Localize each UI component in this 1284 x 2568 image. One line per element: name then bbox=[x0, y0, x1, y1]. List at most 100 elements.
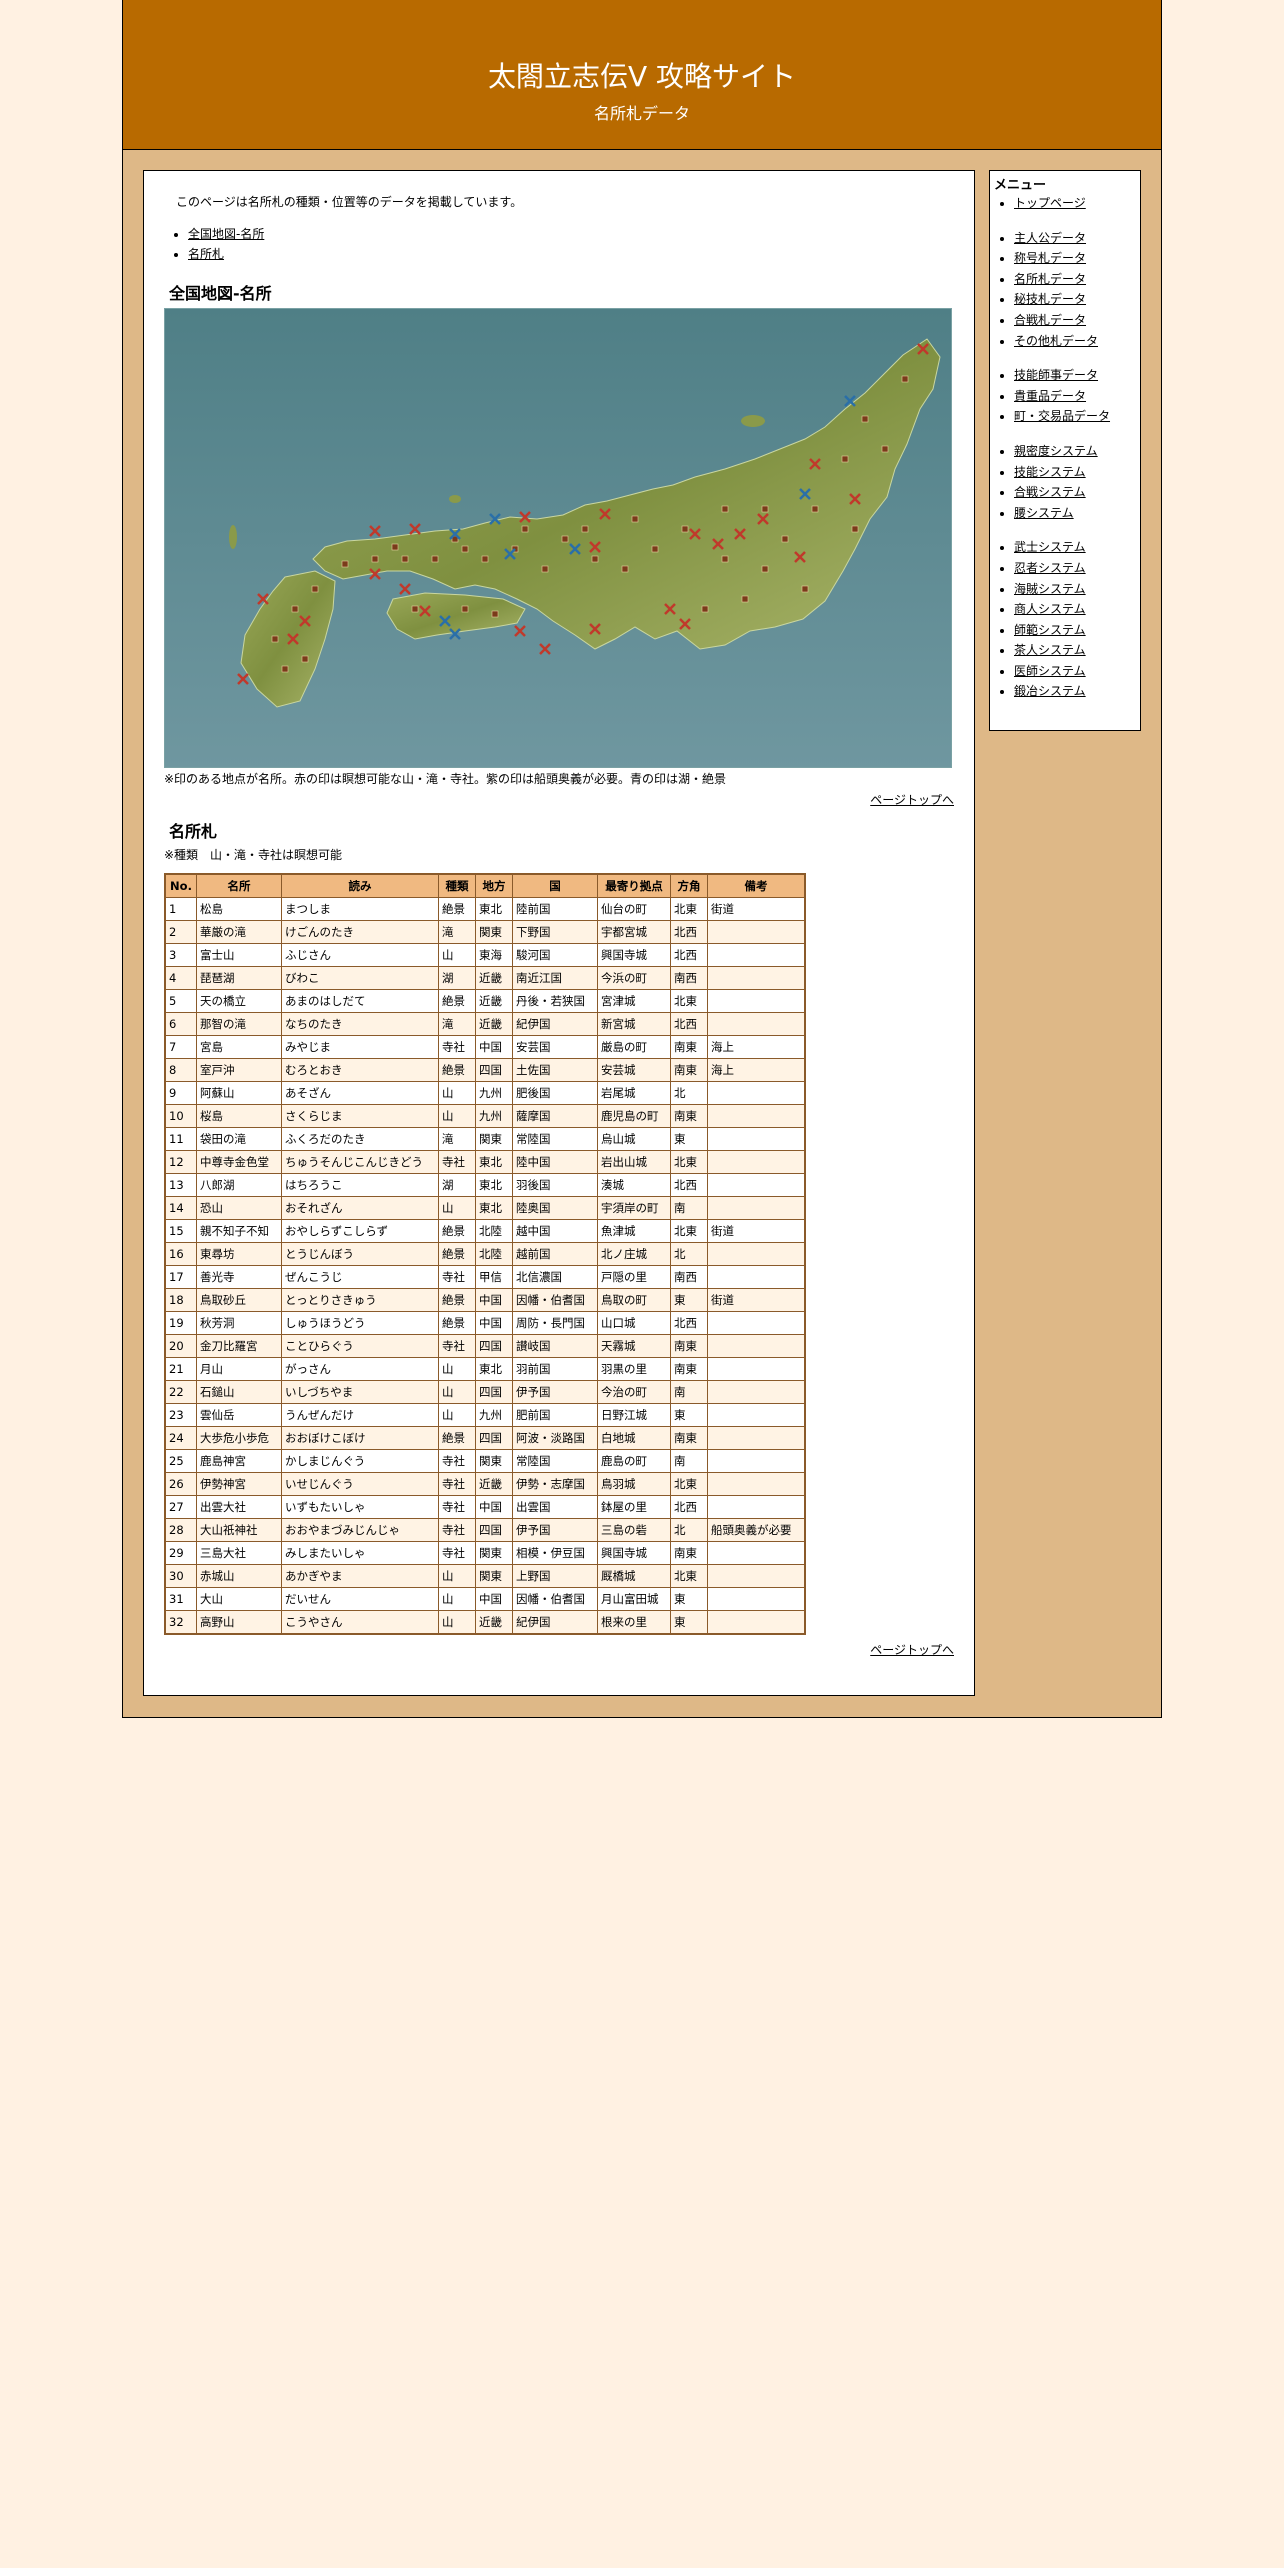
menu-link[interactable]: 腰システム bbox=[1014, 506, 1074, 520]
table-cell: いせじんぐう bbox=[281, 1472, 439, 1496]
oki-island bbox=[449, 495, 461, 503]
page-top-link[interactable]: ページトップへ bbox=[870, 793, 954, 807]
japan-map-image bbox=[164, 308, 952, 768]
castle-marker bbox=[801, 585, 809, 593]
table-cell: 北ノ庄城 bbox=[597, 1242, 671, 1266]
menu-link[interactable]: 町・交易品データ bbox=[1014, 409, 1110, 423]
table-cell: 岩出山城 bbox=[597, 1150, 671, 1174]
table-cell: 山 bbox=[438, 1587, 476, 1611]
table-cell: 東 bbox=[670, 1587, 708, 1611]
table-row: 13 八郎湖 はちろうこ湖東北 羽後国 湊城 北西 bbox=[164, 1173, 806, 1197]
menu-link[interactable]: 合戦システム bbox=[1014, 485, 1086, 499]
table-cell: 月山富田城 bbox=[597, 1587, 671, 1611]
table-cell: 白地城 bbox=[597, 1426, 671, 1450]
table-cell: 寺社 bbox=[438, 1265, 476, 1289]
table-cell: みしまたいしゃ bbox=[281, 1541, 439, 1565]
menu-link[interactable]: 秘技札データ bbox=[1014, 292, 1086, 306]
menu-item: トップページ bbox=[1014, 193, 1136, 214]
castle-marker bbox=[811, 505, 819, 513]
table-cell: 常陸国 bbox=[512, 1127, 598, 1151]
table-cell: 土佐国 bbox=[512, 1058, 598, 1082]
menu-link[interactable]: 名所札データ bbox=[1014, 272, 1086, 286]
table-row: 21 月山 がっさん山東北 羽前国 羽黒の里 南東 bbox=[164, 1357, 806, 1381]
side-menu: メニュー トップページ主人公データ称号札データ名所札データ秘技札データ合戦札デー… bbox=[989, 170, 1141, 731]
menu-item: 合戦札データ bbox=[1014, 310, 1136, 331]
table-cell: 北信濃国 bbox=[512, 1265, 598, 1289]
table-cell: 山 bbox=[438, 1081, 476, 1105]
table-cell: 雲仙岳 bbox=[196, 1403, 282, 1427]
menu-group: 親密度システム技能システム合戦システム腰システム bbox=[994, 441, 1136, 523]
table-cell: 烏山城 bbox=[597, 1127, 671, 1151]
table-cell: 29 bbox=[164, 1541, 197, 1565]
meisho-table: No. 名所 読み 種類 地方国最寄り拠点 方角 備考 1 松島 まつしま 絶景 東北 陸前国 仙台の町… bbox=[164, 873, 806, 1635]
table-cell: 寺社 bbox=[438, 1035, 476, 1059]
table-cell: 駿河国 bbox=[512, 943, 598, 967]
table-cell: おおぼけこぼけ bbox=[281, 1426, 439, 1450]
table-cell: 阿波・淡路国 bbox=[512, 1426, 598, 1450]
table-cell: 東尋坊 bbox=[196, 1242, 282, 1266]
table-heading: 名所札 bbox=[169, 822, 218, 841]
toc-link-meisho[interactable]: 名所札 bbox=[188, 247, 224, 261]
table-row: 12 中尊寺金色堂 ちゅうそんじこんじきどう 寺社 東北 陸中国 岩出山城 北東 bbox=[164, 1150, 806, 1174]
table-cell: 8 bbox=[164, 1058, 197, 1082]
menu-link[interactable]: 医師システム bbox=[1014, 664, 1086, 678]
table-cell: 善光寺 bbox=[196, 1265, 282, 1289]
column-header: 名所 bbox=[196, 873, 282, 898]
menu-link[interactable]: 茶人システム bbox=[1014, 643, 1086, 657]
menu-item: 貴重品データ bbox=[1014, 386, 1136, 407]
menu-group: トップページ bbox=[994, 193, 1136, 214]
table-cell: 日野江城 bbox=[597, 1403, 671, 1427]
table-cell: 薩摩国 bbox=[512, 1104, 598, 1128]
menu-link[interactable]: 称号札データ bbox=[1014, 251, 1086, 265]
table-cell: 山 bbox=[438, 1380, 476, 1404]
menu-link[interactable]: 主人公データ bbox=[1014, 231, 1086, 245]
table-cell: 陸奥国 bbox=[512, 1196, 598, 1220]
table-cell bbox=[707, 1311, 806, 1335]
table-cell: むろとおき bbox=[281, 1058, 439, 1082]
table-cell: 仙台の町 bbox=[597, 897, 671, 921]
table-cell bbox=[707, 1196, 806, 1220]
menu-link[interactable]: 親密度システム bbox=[1014, 444, 1098, 458]
table-cell: 絶景 bbox=[438, 989, 476, 1013]
menu-link[interactable]: 武士システム bbox=[1014, 540, 1086, 554]
table-cell: 船頭奥義が必要 bbox=[707, 1518, 806, 1542]
menu-link[interactable]: 師範システム bbox=[1014, 623, 1086, 637]
table-row: 1 松島 まつしま 絶景 東北 陸前国 仙台の町 北東 街道 bbox=[164, 897, 806, 921]
table-cell bbox=[707, 1380, 806, 1404]
menu-link[interactable]: 貴重品データ bbox=[1014, 389, 1086, 403]
table-cell: 東 bbox=[670, 1288, 708, 1312]
menu-link[interactable]: 海賊システム bbox=[1014, 582, 1086, 596]
table-cell bbox=[707, 1472, 806, 1496]
menu-item: 主人公データ bbox=[1014, 228, 1136, 249]
castle-marker bbox=[761, 505, 769, 513]
menu-item: 技能システム bbox=[1014, 462, 1136, 483]
castle-marker bbox=[581, 525, 589, 533]
menu-link[interactable]: 忍者システム bbox=[1014, 561, 1086, 575]
menu-link[interactable]: 合戦札データ bbox=[1014, 313, 1086, 327]
menu-link[interactable]: 技能システム bbox=[1014, 465, 1086, 479]
table-cell: 因幡・伯耆国 bbox=[512, 1587, 598, 1611]
table-cell: かしまじんぐう bbox=[281, 1449, 439, 1473]
menu-link[interactable]: トップページ bbox=[1014, 196, 1086, 210]
menu-link[interactable]: 技能師事データ bbox=[1014, 368, 1098, 382]
menu-link[interactable]: その他札データ bbox=[1014, 334, 1098, 348]
castle-marker bbox=[881, 445, 889, 453]
table-row: 32 高野山 こうやさん山近畿 紀伊国 根来の里東 bbox=[164, 1610, 806, 1635]
table-cell: ことひらぐう bbox=[281, 1334, 439, 1358]
table-cell: 寺社 bbox=[438, 1472, 476, 1496]
table-cell: 関東 bbox=[475, 920, 513, 944]
table-cell: 寺社 bbox=[438, 1150, 476, 1174]
table-cell: おやしらずこしらず bbox=[281, 1219, 439, 1243]
menu-link[interactable]: 鍛冶システム bbox=[1014, 684, 1086, 698]
table-cell: 親不知子不知 bbox=[196, 1219, 282, 1243]
table-cell: おそれざん bbox=[281, 1196, 439, 1220]
menu-link[interactable]: 商人システム bbox=[1014, 602, 1086, 616]
table-row: 29 三島大社 みしまたいしゃ 寺社 関東 相模・伊豆国 興国寺城 南東 bbox=[164, 1541, 806, 1565]
page-top-link-bottom[interactable]: ページトップへ bbox=[870, 1643, 954, 1657]
toc-link-map[interactable]: 全国地図-名所 bbox=[188, 227, 264, 241]
table-cell: 近畿 bbox=[475, 989, 513, 1013]
table-cell: 松島 bbox=[196, 897, 282, 921]
table-cell bbox=[707, 989, 806, 1013]
menu-item: 町・交易品データ bbox=[1014, 406, 1136, 427]
table-cell: 陸前国 bbox=[512, 897, 598, 921]
